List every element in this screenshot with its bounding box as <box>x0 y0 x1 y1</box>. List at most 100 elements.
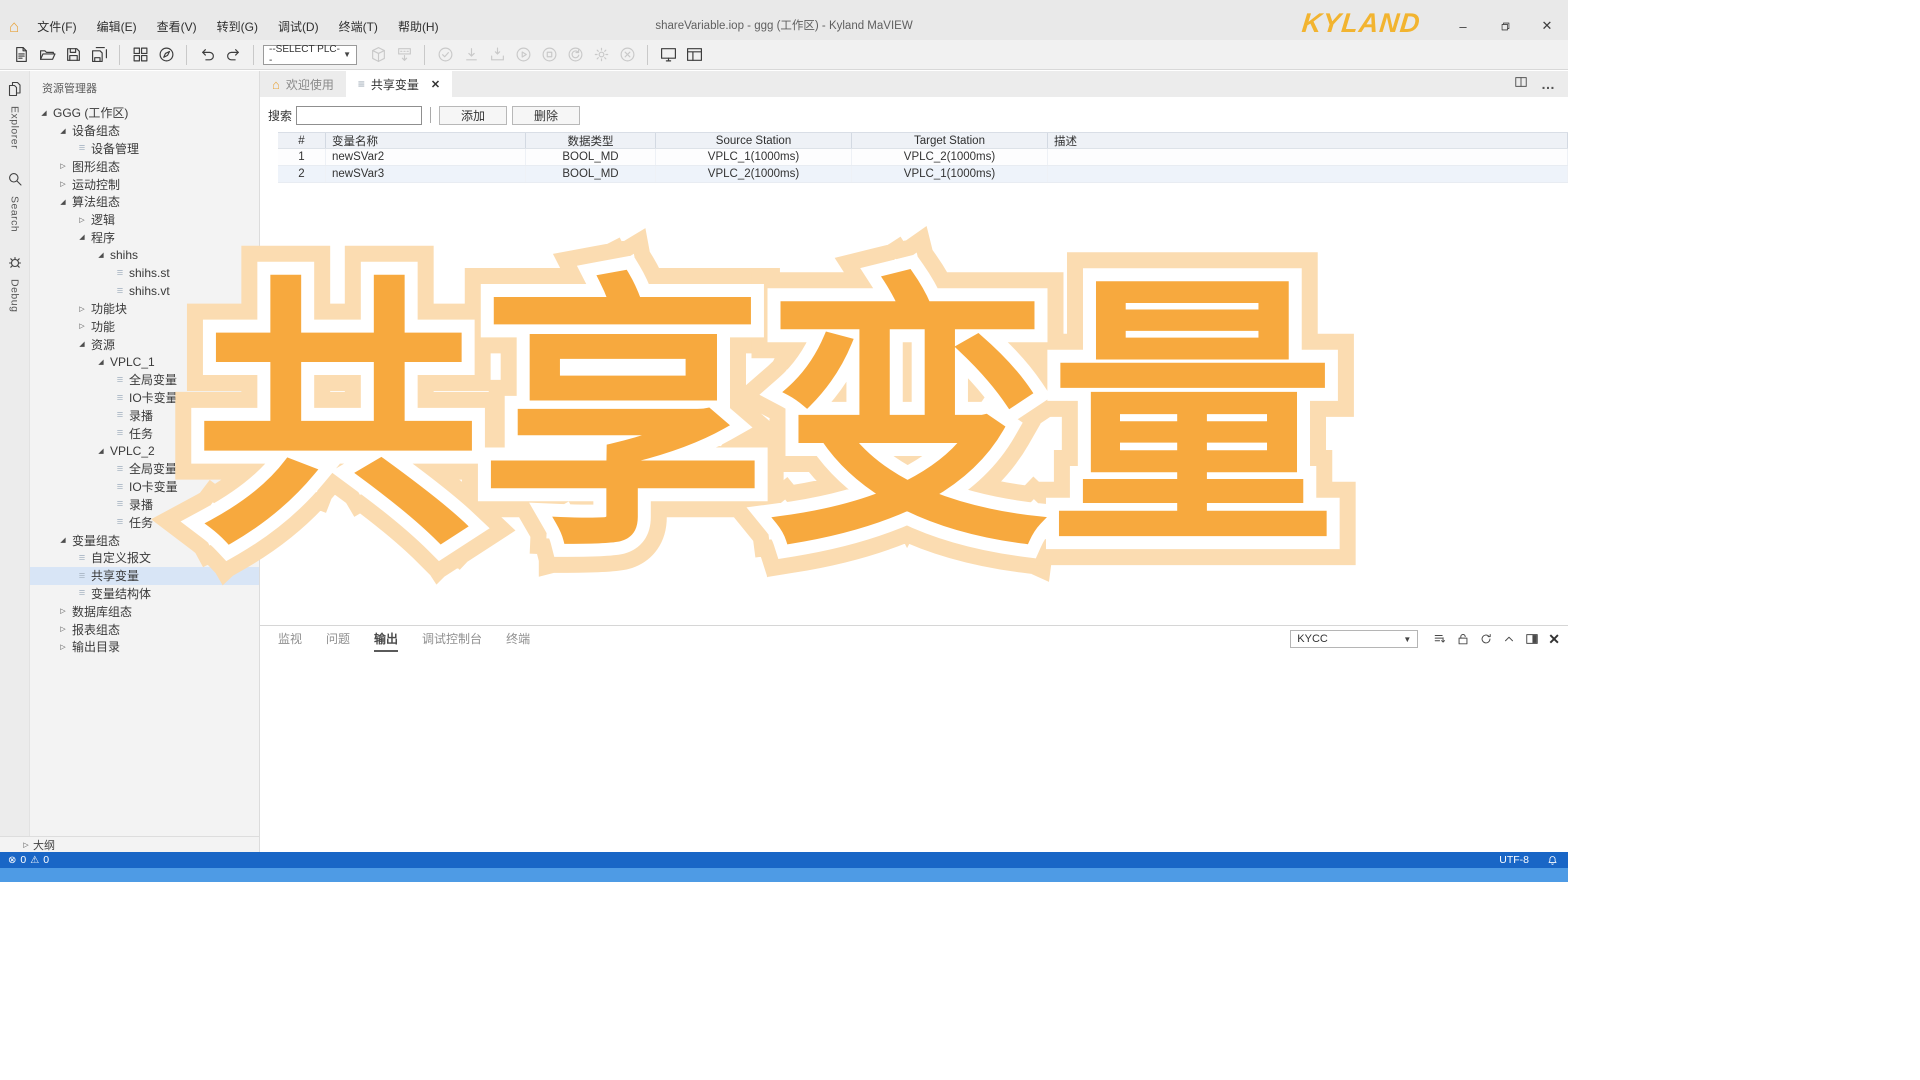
open-folder-icon[interactable] <box>35 44 59 66</box>
panel-tab-3[interactable]: 输出 <box>374 626 398 652</box>
plc-selector-dropdown[interactable]: --SELECT PLC--▼ <box>263 45 357 65</box>
auto-scroll-icon[interactable] <box>1433 632 1447 646</box>
tree-expanded-icon: ◢ <box>95 251 107 259</box>
redo-icon[interactable] <box>221 44 245 66</box>
save-icon[interactable] <box>61 44 85 66</box>
tabbar-actions: … <box>1514 71 1556 97</box>
tree-item[interactable]: ≡IO卡变量 <box>30 389 259 407</box>
errors-icon[interactable]: ⊗ <box>8 855 16 866</box>
cancel-icon[interactable] <box>615 44 639 66</box>
tree-item[interactable]: ◢VPLC_1 <box>30 353 259 371</box>
table-row[interactable]: 1newSVar2BOOL_MDVPLC_1(1000ms)VPLC_2(100… <box>278 149 1568 166</box>
close-button[interactable]: ✕ <box>1526 12 1568 40</box>
unlock-icon[interactable] <box>1456 632 1470 646</box>
panel-tab-5[interactable]: 终端 <box>506 626 530 652</box>
build-icon[interactable] <box>154 44 178 66</box>
close-panel-icon[interactable]: ✕ <box>1548 631 1560 648</box>
split-editor-icon[interactable] <box>1514 75 1528 94</box>
panel-tab-1[interactable]: 监视 <box>278 626 302 652</box>
activity-item-search[interactable]: Search <box>7 171 23 232</box>
tree-item[interactable]: ≡IO卡变量 <box>30 478 259 496</box>
outline-section[interactable]: ▷ 大纲 <box>0 836 259 852</box>
tree-item[interactable]: ▷报表组态 <box>30 620 259 638</box>
tree-item[interactable]: ◢GGG (工作区) <box>30 104 259 122</box>
debug-config-icon[interactable] <box>589 44 613 66</box>
undo-icon[interactable] <box>195 44 219 66</box>
collapse-panel-icon[interactable] <box>1502 632 1516 646</box>
tree-item[interactable]: ▷图形组态 <box>30 157 259 175</box>
tree-item[interactable]: ≡变量结构体 <box>30 585 259 603</box>
menu-item[interactable]: 文件(F) <box>27 14 86 40</box>
clear-output-icon[interactable] <box>1479 632 1493 646</box>
module-icon[interactable] <box>128 44 152 66</box>
editor-tab-2[interactable]: ≡共享变量✕ <box>346 71 452 97</box>
tree-item[interactable]: ◢变量组态 <box>30 531 259 549</box>
new-report-icon[interactable] <box>9 44 33 66</box>
burn-icon[interactable] <box>392 44 416 66</box>
tree-item[interactable]: ▷逻辑 <box>30 211 259 229</box>
column-header: 变量名称 <box>326 133 526 148</box>
app-home-icon[interactable]: ⌂ <box>0 17 27 37</box>
tree-item[interactable]: ◢资源 <box>30 335 259 353</box>
add-button[interactable]: 添加 <box>439 106 507 125</box>
tree-item[interactable]: ≡全局变量 <box>30 460 259 478</box>
warnings-count[interactable]: 0 <box>43 854 49 866</box>
check-circle-icon[interactable] <box>433 44 457 66</box>
restart-icon[interactable] <box>563 44 587 66</box>
search-input[interactable] <box>296 106 422 125</box>
tree-item[interactable]: ▷输出目录 <box>30 638 259 656</box>
editor-tab-1[interactable]: ⌂欢迎使用 <box>260 71 346 97</box>
menu-item[interactable]: 编辑(E) <box>87 14 147 40</box>
close-tab-icon[interactable]: ✕ <box>431 78 440 91</box>
encoding-indicator[interactable]: UTF-8 <box>1499 854 1529 866</box>
stop-icon[interactable] <box>537 44 561 66</box>
panel-tab-4[interactable]: 调试控制台 <box>422 626 482 652</box>
tree-item[interactable]: ◢VPLC_2 <box>30 442 259 460</box>
restore-button[interactable] <box>1484 12 1526 40</box>
tree-item[interactable]: ≡shihs.st <box>30 264 259 282</box>
activity-bar: Explorer Search Debug <box>0 71 30 836</box>
tree-item-label: 逻辑 <box>91 211 115 228</box>
window-layout-icon[interactable] <box>682 44 706 66</box>
tree-item[interactable]: ◢算法组态 <box>30 193 259 211</box>
tree-item[interactable]: ≡设备管理 <box>30 140 259 158</box>
tree-item[interactable]: ≡录播 <box>30 407 259 425</box>
tree-item[interactable]: ◢设备组态 <box>30 122 259 140</box>
tree-item[interactable]: ≡自定义报文 <box>30 549 259 567</box>
tree-item[interactable]: ≡任务 <box>30 513 259 531</box>
tree-item[interactable]: ▷数据库组态 <box>30 602 259 620</box>
errors-count[interactable]: 0 <box>20 854 26 866</box>
tree-item[interactable]: ≡共享变量 <box>30 567 259 585</box>
maximize-panel-icon[interactable] <box>1525 632 1539 646</box>
activity-item-debug[interactable]: Debug <box>7 254 23 312</box>
activity-item-explorer[interactable]: Explorer <box>7 81 23 149</box>
tree-item[interactable]: ▷功能块 <box>30 300 259 318</box>
channel-select-dropdown[interactable]: KYCC▼ <box>1290 630 1418 648</box>
tree-item[interactable]: ≡shihs.vt <box>30 282 259 300</box>
download-icon[interactable] <box>459 44 483 66</box>
menu-item[interactable]: 终端(T) <box>329 14 388 40</box>
menu-item[interactable]: 调试(D) <box>268 14 329 40</box>
tree-item[interactable]: ≡任务 <box>30 424 259 442</box>
table-row[interactable]: 2newSVar3BOOL_MDVPLC_2(1000ms)VPLC_1(100… <box>278 166 1568 183</box>
warnings-icon[interactable]: ⚠ <box>30 855 39 866</box>
tree-item[interactable]: ▷运动控制 <box>30 175 259 193</box>
notifications-bell-icon[interactable] <box>1547 855 1558 866</box>
tree-item[interactable]: ◢程序 <box>30 229 259 247</box>
menu-item[interactable]: 转到(G) <box>207 14 268 40</box>
more-actions-icon[interactable]: … <box>1541 76 1556 92</box>
delete-button[interactable]: 删除 <box>512 106 580 125</box>
tree-item[interactable]: ≡全局变量 <box>30 371 259 389</box>
panel-tab-2[interactable]: 问题 <box>326 626 350 652</box>
package-icon[interactable] <box>366 44 390 66</box>
tree-item[interactable]: ◢shihs <box>30 246 259 264</box>
install-icon[interactable] <box>485 44 509 66</box>
run-icon[interactable] <box>511 44 535 66</box>
menu-item[interactable]: 帮助(H) <box>388 14 449 40</box>
tree-item[interactable]: ≡录播 <box>30 496 259 514</box>
menu-item[interactable]: 查看(V) <box>147 14 207 40</box>
minimize-button[interactable]: – <box>1442 12 1484 40</box>
save-all-icon[interactable] <box>87 44 111 66</box>
monitor-icon[interactable] <box>656 44 680 66</box>
tree-item[interactable]: ▷功能 <box>30 318 259 336</box>
